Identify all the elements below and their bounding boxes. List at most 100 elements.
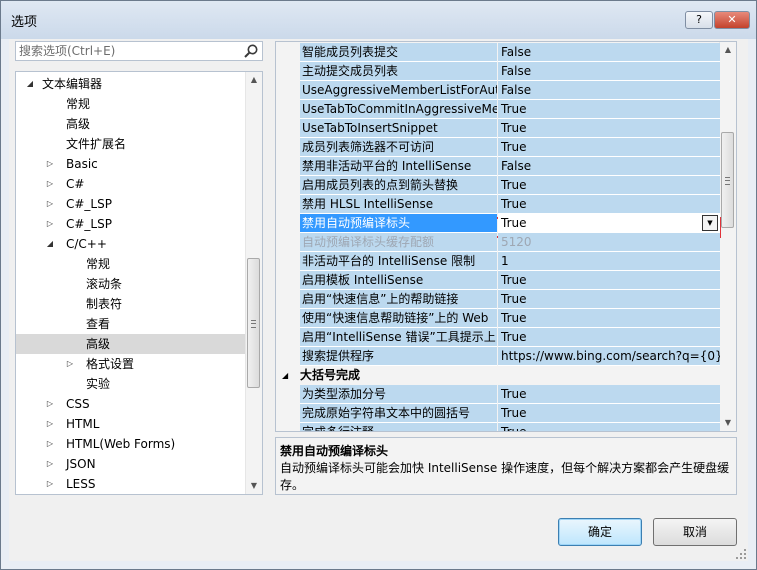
property-value[interactable]: True [498,176,720,195]
property-value[interactable]: True [498,404,720,423]
tree-item[interactable]: ▷ CSS [16,394,245,414]
property-name[interactable]: 成员列表筛选器不可访问 [300,138,497,157]
property-name[interactable]: 非活动平台的 IntelliSense 限制 [300,252,497,271]
expand-arrow-icon[interactable]: ▷ [44,194,56,214]
property-name[interactable]: 启用“IntelliSense 错误”工具提示上 [300,328,497,347]
cancel-button[interactable]: 取消 [653,518,737,546]
property-row[interactable]: 启用成员列表的点到箭头替换 True [276,176,720,195]
property-name[interactable]: UseTabToCommitInAggressiveMem [300,100,497,119]
property-row[interactable]: UseAggressiveMemberListForAuto False [276,81,720,100]
expand-arrow-icon[interactable]: ▷ [44,394,56,414]
options-tree[interactable]: ▲ ▼ ◢ 文本编辑器 常规 高级 文件扩展名 ▷ Basic ▷ C# ▷ C#_LSP ▷ C#_L… [15,71,263,495]
property-row[interactable]: 启用“快速信息”上的帮助链接 True [276,290,720,309]
search-box[interactable] [15,41,263,61]
tree-item[interactable]: 常规 [16,94,245,114]
scroll-up-arrow-icon[interactable]: ▲ [720,42,736,58]
help-button[interactable]: ? [685,11,713,29]
property-row[interactable]: 为类型添加分号 True [276,385,720,404]
tree-item[interactable]: ▷ LESS [16,474,245,494]
property-row[interactable]: 完成原始字符串文本中的圆括号 True [276,404,720,423]
expand-arrow-icon[interactable]: ▷ [44,414,56,434]
category-header[interactable]: ◢ 大括号完成 [276,366,720,385]
tree-item[interactable]: 制表符 [16,294,245,314]
tree-item[interactable]: ▷ 格式设置 [16,354,245,374]
tree-item[interactable]: 滚动条 [16,274,245,294]
property-row[interactable]: 主动提交成员列表 False [276,62,720,81]
tree-item[interactable]: ▷ JSON [16,454,245,474]
property-name[interactable]: 为类型添加分号 [300,385,497,404]
property-value[interactable]: True [498,309,720,328]
tree-item[interactable]: 查看 [16,314,245,334]
tree-item[interactable]: ▷ C#_LSP [16,214,245,234]
expand-arrow-icon[interactable]: ▷ [44,454,56,474]
tree-item[interactable]: 高级 [16,334,245,354]
scroll-up-arrow-icon[interactable]: ▲ [246,72,262,88]
property-value[interactable]: True [498,423,720,431]
property-value[interactable]: https://www.bing.com/search?q={0} [498,347,720,366]
property-value[interactable]: True [498,119,720,138]
property-value[interactable]: True [498,195,720,214]
resize-grip-icon[interactable] [736,549,746,559]
property-value[interactable]: True [498,385,720,404]
grid-scrollbar[interactable]: ▲ ▼ [719,42,736,431]
collapse-arrow-icon[interactable]: ◢ [24,74,36,94]
property-name[interactable]: 禁用 HLSL IntelliSense [300,195,497,214]
property-name[interactable]: 自动预编译标头缓存配额 [300,233,497,252]
property-value[interactable]: 1 [498,252,720,271]
property-row[interactable]: 成员列表筛选器不可访问 True [276,138,720,157]
expand-arrow-icon[interactable]: ▷ [44,474,56,494]
search-input[interactable] [19,43,229,59]
property-row[interactable]: UseTabToCommitInAggressiveMem True [276,100,720,119]
property-name[interactable]: 启用“快速信息”上的帮助链接 [300,290,497,309]
property-name[interactable]: 智能成员列表提交 [300,43,497,62]
property-value[interactable]: True [498,328,720,347]
ok-button[interactable]: 确定 [558,518,642,546]
property-value[interactable]: True [498,138,720,157]
property-name[interactable]: UseAggressiveMemberListForAuto [300,81,497,100]
property-name[interactable]: 禁用自动预编译标头 [300,214,497,233]
tree-item[interactable]: 实验 [16,374,245,394]
property-name[interactable]: 启用成员列表的点到箭头替换 [300,176,497,195]
property-value[interactable]: False [498,43,720,62]
property-row[interactable]: 使用“快速信息帮助链接”上的 Web True [276,309,720,328]
property-row[interactable]: 禁用 HLSL IntelliSense True [276,195,720,214]
property-name[interactable]: 禁用非活动平台的 IntelliSense [300,157,497,176]
property-value[interactable]: False [498,81,720,100]
property-row[interactable]: 禁用自动预编译标头 True ▼ [276,214,720,233]
scroll-thumb[interactable] [247,258,260,388]
tree-item[interactable]: ▷ Basic [16,154,245,174]
tree-item[interactable]: ▷ C# [16,174,245,194]
expand-arrow-icon[interactable]: ▷ [44,214,56,234]
tree-item[interactable]: ◢ 文本编辑器 [16,74,245,94]
property-row[interactable]: 启用“IntelliSense 错误”工具提示上 True [276,328,720,347]
tree-item[interactable]: ◢ C/C++ [16,234,245,254]
property-grid[interactable]: ▲ ▼ 智能成员列表提交 False 主动提交成员列表 False UseAggress… [275,41,737,432]
property-row[interactable]: 启用模板 IntelliSense True [276,271,720,290]
property-name[interactable]: UseTabToInsertSnippet [300,119,497,138]
property-row[interactable]: 搜索提供程序 https://www.bing.com/search?q={0} [276,347,720,366]
expand-arrow-icon[interactable]: ▷ [44,434,56,454]
property-name[interactable]: 启用模板 IntelliSense [300,271,497,290]
expand-arrow-icon[interactable]: ▷ [44,174,56,194]
scroll-down-arrow-icon[interactable]: ▼ [246,478,262,494]
property-row[interactable]: 智能成员列表提交 False [276,43,720,62]
property-row[interactable]: 自动预编译标头缓存配额 5120 [276,233,720,252]
collapse-arrow-icon[interactable]: ◢ [282,366,288,385]
property-value[interactable]: True [498,290,720,309]
property-row[interactable]: 非活动平台的 IntelliSense 限制 1 [276,252,720,271]
property-row[interactable]: 禁用非活动平台的 IntelliSense False [276,157,720,176]
search-icon[interactable] [243,43,259,59]
scroll-down-arrow-icon[interactable]: ▼ [720,415,736,431]
expand-arrow-icon[interactable]: ▷ [64,354,76,374]
property-value[interactable]: True ▼ [498,214,720,233]
close-button[interactable]: ✕ [714,11,750,29]
property-name[interactable]: 主动提交成员列表 [300,62,497,81]
scroll-thumb[interactable] [721,132,734,228]
property-value[interactable]: False [498,62,720,81]
collapse-arrow-icon[interactable]: ◢ [44,234,56,254]
tree-item[interactable]: 常规 [16,254,245,274]
property-value[interactable]: True [498,100,720,119]
property-name[interactable]: 完成多行注释 [300,423,497,431]
property-value[interactable]: False [498,157,720,176]
property-value[interactable]: 5120 [498,233,720,252]
